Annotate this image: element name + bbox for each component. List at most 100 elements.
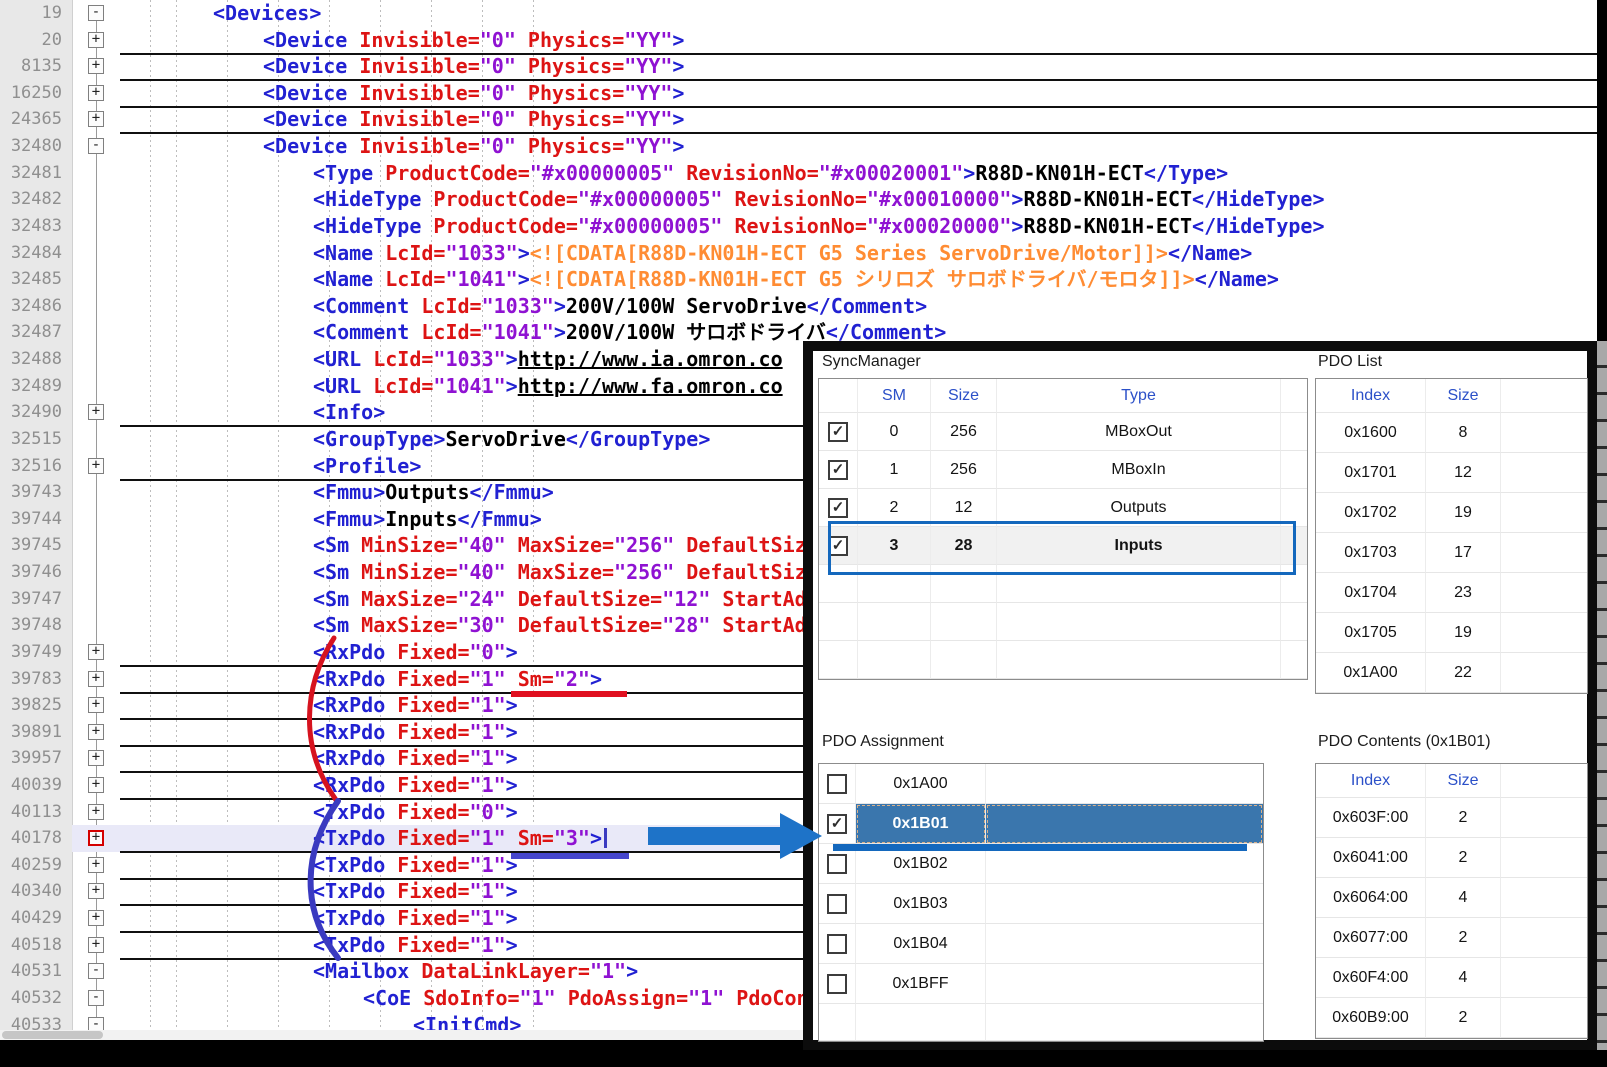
fold-expand-icon[interactable]: + [88, 777, 104, 793]
pdo-list-index-cell[interactable]: 0x1600 [1316, 413, 1426, 453]
syncmanager-size-cell[interactable]: 12 [931, 489, 997, 527]
code-line[interactable]: 24365+<Device Invisible="0" Physics="YY"… [0, 106, 1597, 133]
fold-collapse-icon[interactable]: - [88, 138, 104, 154]
code-line[interactable]: 19-<Devices> [0, 0, 1597, 27]
pdo-list-index-cell[interactable]: 0x1705 [1316, 613, 1426, 653]
syncmanager-type-cell[interactable]: MBoxIn [997, 451, 1281, 489]
pdo-list-index-cell[interactable]: 0x1A00 [1316, 653, 1426, 693]
code-line[interactable]: 20+<Device Invisible="0" Physics="YY"> [0, 27, 1597, 54]
pdo-list-index-cell[interactable]: 0x1702 [1316, 493, 1426, 533]
syncmanager-sm-cell[interactable]: 0 [858, 413, 931, 451]
fold-expand-icon[interactable]: + [88, 937, 104, 953]
pdo-assignment-checkbox-cell[interactable]: ✓ [819, 804, 856, 844]
fold-expand-icon[interactable]: + [88, 830, 104, 846]
syncmanager-checkbox-cell[interactable]: ✓ [819, 489, 858, 527]
pdo-list-size-cell[interactable]: 23 [1426, 573, 1501, 613]
checkbox-unchecked-icon[interactable] [827, 934, 847, 954]
syncmanager-size-cell[interactable]: 256 [931, 451, 997, 489]
pdo-assignment-checkbox-cell[interactable] [819, 924, 856, 964]
pdo-contents-index-cell[interactable]: 0x60B9:00 [1316, 998, 1426, 1038]
pdo-assignment-checkbox-cell[interactable] [819, 964, 856, 1004]
pdo-list-index-cell[interactable]: 0x1701 [1316, 453, 1426, 493]
code-line[interactable]: 32483<HideType ProductCode="#x00000005" … [0, 213, 1597, 240]
syncmanager-type-cell[interactable]: Outputs [997, 489, 1281, 527]
syncmanager-sm-cell[interactable]: 2 [858, 489, 931, 527]
pdo-list-size-cell[interactable]: 12 [1426, 453, 1501, 493]
pdo-assignment-checkbox-cell[interactable] [819, 884, 856, 924]
pdo-contents-size-cell[interactable]: 4 [1426, 878, 1501, 918]
pdo-contents-size-cell[interactable]: 4 [1426, 958, 1501, 998]
vertical-scrollbar[interactable] [1597, 341, 1607, 1050]
syncmanager-sm-cell[interactable]: 1 [858, 451, 931, 489]
checkbox-checked-icon[interactable]: ✓ [827, 814, 847, 834]
pdo-contents-size-cell[interactable]: 2 [1426, 838, 1501, 878]
pdo-contents-size-cell[interactable]: 2 [1426, 798, 1501, 838]
fold-expand-icon[interactable]: + [88, 750, 104, 766]
code-line[interactable]: 32482<HideType ProductCode="#x00000005" … [0, 186, 1597, 213]
fold-expand-icon[interactable]: + [88, 111, 104, 127]
fold-expand-icon[interactable]: + [88, 85, 104, 101]
fold-expand-icon[interactable]: + [88, 404, 104, 420]
pdo-contents-index-cell[interactable]: 0x603F:00 [1316, 798, 1426, 838]
checkbox-unchecked-icon[interactable] [827, 774, 847, 794]
checkbox-checked-icon[interactable]: ✓ [828, 498, 848, 518]
fold-expand-icon[interactable]: + [88, 804, 104, 820]
fold-expand-icon[interactable]: + [88, 671, 104, 687]
pdo-contents-index-cell[interactable]: 0x6077:00 [1316, 918, 1426, 958]
syncmanager-sm-cell[interactable]: 3 [858, 527, 931, 565]
syncmanager-checkbox-cell[interactable]: ✓ [819, 527, 858, 565]
horizontal-scrollbar-thumb[interactable] [2, 1031, 103, 1039]
fold-expand-icon[interactable]: + [88, 724, 104, 740]
fold-expand-icon[interactable]: + [88, 697, 104, 713]
pdo-assignment-index-cell[interactable]: 0x1B01 [856, 804, 986, 844]
fold-collapse-icon[interactable]: - [88, 963, 104, 979]
pdo-contents-index-cell[interactable]: 0x6041:00 [1316, 838, 1426, 878]
pdo-assignment-index-cell[interactable]: 0x1BFF [856, 964, 986, 1004]
checkbox-unchecked-icon[interactable] [827, 854, 847, 874]
pdo-assignment-index-cell[interactable]: 0x1A00 [856, 764, 986, 804]
fold-expand-icon[interactable]: + [88, 32, 104, 48]
fold-expand-icon[interactable]: + [88, 644, 104, 660]
pdo-contents-index-cell[interactable]: 0x60F4:00 [1316, 958, 1426, 998]
fold-expand-icon[interactable]: + [88, 910, 104, 926]
checkbox-checked-icon[interactable]: ✓ [828, 460, 848, 480]
pdo-assignment-checkbox-cell[interactable] [819, 764, 856, 804]
pdo-assignment-index-cell[interactable]: 0x1B02 [856, 844, 986, 884]
code-line[interactable]: 32485<Name LcId="1041"><![CDATA[R88D-KN0… [0, 266, 1597, 293]
syncmanager-size-cell[interactable]: 28 [931, 527, 997, 565]
pdo-list-size-cell[interactable]: 17 [1426, 533, 1501, 573]
code-line[interactable]: 32484<Name LcId="1033"><![CDATA[R88D-KN0… [0, 240, 1597, 267]
pdo-contents-size-cell[interactable]: 2 [1426, 918, 1501, 958]
fold-collapse-icon[interactable]: - [88, 5, 104, 21]
checkbox-checked-icon[interactable]: ✓ [828, 536, 848, 556]
code-line[interactable]: 32481<Type ProductCode="#x00000005" Revi… [0, 160, 1597, 187]
checkbox-unchecked-icon[interactable] [827, 974, 847, 994]
pdo-list-size-cell[interactable]: 8 [1426, 413, 1501, 453]
checkbox-checked-icon[interactable]: ✓ [828, 422, 848, 442]
syncmanager-checkbox-cell[interactable]: ✓ [819, 451, 858, 489]
fold-collapse-icon[interactable]: - [88, 990, 104, 1006]
syncmanager-checkbox-cell[interactable]: ✓ [819, 413, 858, 451]
pdo-list-index-cell[interactable]: 0x1703 [1316, 533, 1426, 573]
code-line[interactable]: 32486<Comment LcId="1033">200V/100W Serv… [0, 293, 1597, 320]
syncmanager-type-cell[interactable]: Inputs [997, 527, 1281, 565]
code-line[interactable]: 32480-<Device Invisible="0" Physics="YY"… [0, 133, 1597, 160]
pdo-list-size-cell[interactable]: 22 [1426, 653, 1501, 693]
checkbox-unchecked-icon[interactable] [827, 894, 847, 914]
pdo-list-size-cell[interactable]: 19 [1426, 493, 1501, 533]
syncmanager-size-cell[interactable]: 256 [931, 413, 997, 451]
pdo-assignment-index-cell[interactable]: 0x1B03 [856, 884, 986, 924]
pdo-list-size-cell[interactable]: 19 [1426, 613, 1501, 653]
pdo-list-index-cell[interactable]: 0x1704 [1316, 573, 1426, 613]
fold-expand-icon[interactable]: + [88, 883, 104, 899]
pdo-assignment-index-cell[interactable]: 0x1B04 [856, 924, 986, 964]
pdo-contents-index-cell[interactable]: 0x6064:00 [1316, 878, 1426, 918]
code-line[interactable]: 16250+<Device Invisible="0" Physics="YY"… [0, 80, 1597, 107]
pdo-contents-size-cell[interactable]: 2 [1426, 998, 1501, 1038]
fold-expand-icon[interactable]: + [88, 58, 104, 74]
fold-expand-icon[interactable]: + [88, 857, 104, 873]
code-line[interactable]: 8135+<Device Invisible="0" Physics="YY"> [0, 53, 1597, 80]
pdo-assignment-checkbox-cell[interactable] [819, 844, 856, 884]
fold-expand-icon[interactable]: + [88, 458, 104, 474]
syncmanager-type-cell[interactable]: MBoxOut [997, 413, 1281, 451]
